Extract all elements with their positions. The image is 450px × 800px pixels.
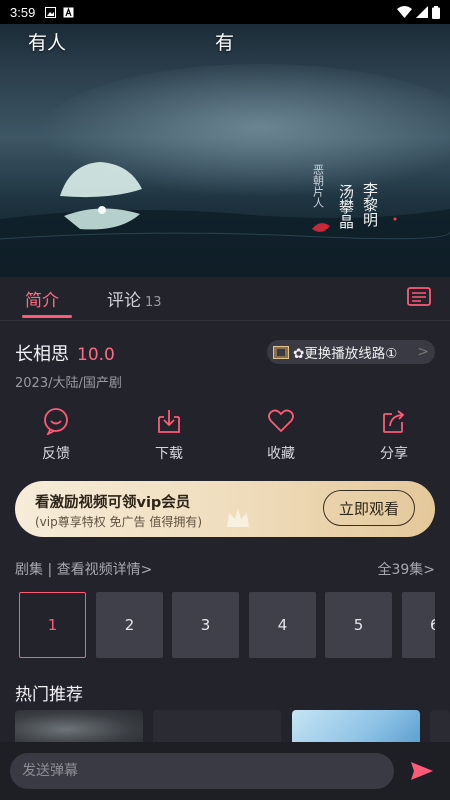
tab-intro[interactable]: 简介 — [25, 286, 59, 311]
comments-count: 13 — [145, 295, 162, 310]
notes-icon[interactable] — [406, 286, 432, 310]
download-button[interactable]: 下载 — [139, 407, 199, 463]
share-icon — [383, 410, 405, 433]
vip-banner-title: 看激励视频可领vip会员 — [35, 495, 191, 511]
danmaku-bar — [0, 742, 450, 800]
recommendation-thumbnail[interactable] — [153, 710, 281, 742]
svg-text:李黎明: 李黎明 — [361, 182, 379, 228]
recommendation-thumbnail[interactable] — [292, 710, 420, 742]
status-time: 3:59 — [10, 4, 36, 20]
show-title: 长相思 — [15, 344, 69, 365]
recommendation-thumbnail[interactable] — [15, 710, 143, 742]
view-details-link[interactable]: 剧集 | 查看视频详情> — [15, 562, 152, 578]
detail-tabs: 简介 评论 13 — [0, 277, 450, 321]
favorite-label: 收藏 — [267, 446, 295, 462]
signal-icon — [416, 6, 428, 18]
all-episodes-link[interactable]: 全39集> — [377, 559, 435, 579]
video-frame: 恶朝片人 汤攀晶 李黎明 — [0, 24, 450, 277]
send-icon[interactable] — [410, 759, 434, 783]
status-right-icons — [397, 5, 440, 19]
danmaku-comment: 有人 — [28, 32, 67, 54]
danmaku-comment: 有 — [215, 32, 235, 54]
active-tab-indicator — [22, 315, 72, 318]
download-label: 下载 — [155, 446, 183, 462]
show-score: 10.0 — [77, 345, 115, 365]
status-bar: 3:59 — [0, 0, 450, 24]
episodes-header: 剧集 | 查看视频详情> 全39集> — [15, 559, 435, 579]
episode-button[interactable]: 5 — [325, 592, 392, 658]
vip-banner[interactable]: 看激励视频可领vip会员 (vip尊享特权 免广告 值得拥有) 立即观看 — [15, 481, 435, 537]
vip-banner-subtitle: (vip尊享特权 免广告 值得拥有) — [35, 515, 203, 529]
share-label: 分享 — [380, 446, 408, 462]
episode-button[interactable]: 4 — [249, 592, 316, 658]
show-title-row: 长相思 10.0 — [15, 340, 115, 366]
favorite-button[interactable]: 收藏 — [251, 407, 311, 463]
feedback-icon — [44, 408, 68, 435]
feedback-button[interactable]: 反馈 — [26, 407, 86, 463]
film-icon — [273, 345, 289, 359]
svg-text:汤攀晶: 汤攀晶 — [337, 184, 355, 229]
switch-route-label: ✿更换播放线路① — [293, 346, 398, 362]
episode-list: 1 2 3 4 5 6 — [19, 592, 435, 658]
download-icon — [158, 410, 180, 433]
episode-button[interactable]: 1 — [19, 592, 86, 658]
feedback-label: 反馈 — [42, 446, 70, 462]
crown-icon — [227, 509, 249, 527]
chevron-right-icon: > — [417, 344, 429, 360]
svg-text:恶朝片人: 恶朝片人 — [312, 164, 325, 208]
battery-icon — [432, 5, 440, 19]
watch-now-button[interactable]: 立即观看 — [323, 490, 415, 526]
image-notification-icon — [45, 6, 57, 18]
video-player[interactable]: 恶朝片人 汤攀晶 李黎明 有人 有 — [0, 24, 450, 277]
danmaku-input[interactable] — [10, 753, 394, 789]
switch-route-button[interactable]: ✿更换播放线路① > — [267, 340, 435, 364]
share-button[interactable]: 分享 — [364, 407, 424, 463]
episode-button[interactable]: 2 — [96, 592, 163, 658]
tab-comments[interactable]: 评论 13 — [107, 286, 162, 311]
wifi-icon — [397, 6, 412, 18]
tab-comments-label: 评论 — [107, 291, 141, 311]
show-meta: 2023/大陆/国产剧 — [15, 376, 122, 391]
app-notification-icon — [63, 6, 74, 17]
episode-button[interactable]: 3 — [172, 592, 239, 658]
hot-section-title: 热门推荐 — [15, 685, 83, 705]
episode-button[interactable]: 6 — [402, 592, 435, 658]
heart-icon — [268, 409, 294, 433]
recommendation-thumbnail[interactable] — [430, 710, 450, 742]
